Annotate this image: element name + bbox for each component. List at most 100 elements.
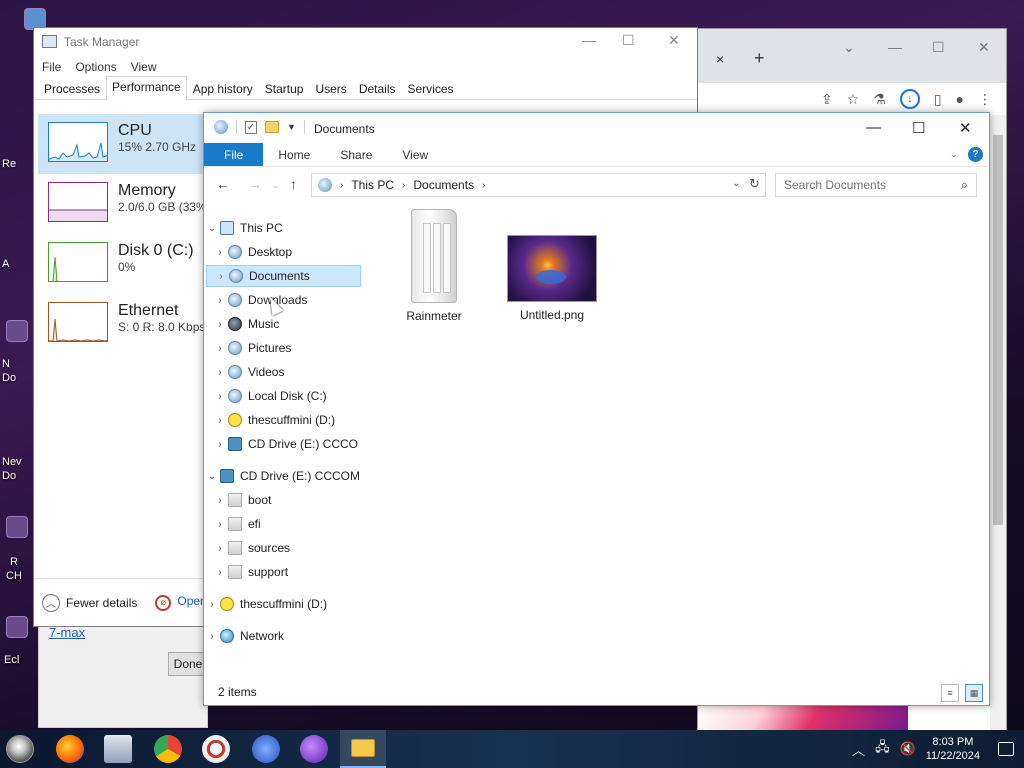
maximize-icon[interactable]: ☐ bbox=[932, 39, 945, 56]
minimize-icon[interactable]: — bbox=[866, 119, 881, 136]
ribbon-tab-view[interactable]: View bbox=[387, 143, 443, 166]
start-button[interactable] bbox=[6, 735, 34, 763]
collapsed-chevron-icon[interactable]: › bbox=[212, 343, 228, 354]
breadcrumb-chevron-icon[interactable]: › bbox=[482, 180, 485, 191]
expanded-chevron-icon[interactable]: ⌄ bbox=[204, 471, 220, 482]
up-arrow-icon[interactable]: ↑ bbox=[290, 176, 297, 192]
resource-memory[interactable]: Memory 2.0/6.0 GB (33%) bbox=[38, 174, 211, 234]
tab-services[interactable]: Services bbox=[402, 78, 460, 99]
tree-item-desktop[interactable]: › Desktop bbox=[212, 241, 364, 263]
tree-item-network[interactable]: › Network bbox=[204, 625, 362, 647]
collapsed-chevron-icon[interactable]: › bbox=[212, 415, 228, 426]
tree-item-cd-drive-root[interactable]: ⌄ CD Drive (E:) CCCOM bbox=[204, 465, 362, 487]
tree-item-this-pc[interactable]: ⌄ This PC bbox=[204, 217, 362, 239]
fewer-details-button[interactable]: ︿ Fewer details bbox=[42, 593, 137, 612]
back-arrow-icon[interactable]: ← bbox=[216, 176, 230, 192]
minimize-icon[interactable]: — bbox=[888, 39, 902, 55]
collapsed-chevron-icon[interactable]: › bbox=[212, 519, 228, 530]
star-icon[interactable]: ☆ bbox=[847, 91, 860, 108]
kebab-menu-icon[interactable]: ⋮ bbox=[978, 91, 992, 108]
close-icon[interactable]: ✕ bbox=[668, 32, 680, 49]
tree-item-videos[interactable]: › Videos bbox=[212, 361, 364, 383]
photo-viewer-icon[interactable] bbox=[104, 735, 132, 763]
tab-processes[interactable]: Processes bbox=[38, 78, 106, 99]
collapsed-chevron-icon[interactable]: › bbox=[212, 367, 228, 378]
chrome-icon[interactable] bbox=[154, 735, 182, 763]
download-icon[interactable]: ↓ bbox=[899, 89, 920, 109]
close-icon[interactable]: ✕ bbox=[959, 119, 972, 137]
tab-search-chevron-icon[interactable]: ⌄ bbox=[843, 39, 855, 56]
ribbon-tab-file[interactable]: File bbox=[204, 143, 264, 166]
volume-muted-icon[interactable]: 🔇 bbox=[900, 741, 916, 757]
this-pc-icon[interactable] bbox=[214, 120, 228, 134]
extension-icon[interactable]: ⚗ bbox=[873, 91, 886, 108]
tree-item-documents[interactable]: › Documents bbox=[206, 265, 361, 287]
new-tab-icon[interactable]: + bbox=[754, 48, 765, 69]
address-dropdown-chevron-icon[interactable]: ⌄ bbox=[732, 178, 740, 189]
open-resource-monitor-link[interactable]: ⌀ Open bbox=[155, 594, 207, 611]
tree-item-local-disk[interactable]: › Local Disk (C:) bbox=[212, 385, 364, 407]
collapsed-chevron-icon[interactable]: › bbox=[212, 319, 228, 330]
show-hidden-icons-chevron-icon[interactable]: ︿ bbox=[852, 740, 865, 759]
minimize-icon[interactable]: — bbox=[582, 32, 596, 48]
menu-file[interactable]: File bbox=[42, 60, 61, 74]
tab-close-icon[interactable]: × bbox=[716, 51, 724, 67]
tree-item-support[interactable]: › support bbox=[212, 561, 364, 583]
breadcrumb-chevron-icon[interactable]: › bbox=[340, 180, 343, 191]
maximize-icon[interactable]: ☐ bbox=[622, 32, 635, 49]
help-icon[interactable]: ? bbox=[968, 147, 983, 162]
menu-options[interactable]: Options bbox=[75, 60, 116, 74]
resource-cpu[interactable]: CPU 15% 2.70 GHz bbox=[38, 114, 208, 174]
tree-item-downloads[interactable]: › Downloads bbox=[212, 289, 364, 311]
search-input[interactable] bbox=[784, 178, 944, 192]
collapsed-chevron-icon[interactable]: › bbox=[212, 543, 228, 554]
dialog-link[interactable]: 7-max bbox=[49, 625, 85, 640]
tree-item-efi[interactable]: › efi bbox=[212, 513, 364, 535]
details-view-icon[interactable]: ≡ bbox=[941, 684, 959, 702]
desktop-app-icon[interactable] bbox=[6, 320, 28, 342]
collapsed-chevron-icon[interactable]: › bbox=[212, 295, 228, 306]
large-icons-view-icon[interactable]: ▦ bbox=[965, 684, 983, 702]
network-status-icon[interactable]: 🖧 bbox=[875, 738, 890, 760]
share-icon[interactable]: ⇪ bbox=[821, 91, 833, 108]
clock[interactable]: 8:03 PM 11/22/2024 bbox=[926, 735, 980, 763]
tab-details[interactable]: Details bbox=[353, 78, 402, 99]
file-item-untitled-png[interactable]: Untitled.png bbox=[502, 235, 602, 322]
tab-startup[interactable]: Startup bbox=[259, 78, 310, 99]
breadcrumb-documents[interactable]: Documents bbox=[413, 178, 474, 192]
desktop-app-icon[interactable] bbox=[6, 616, 28, 638]
tab-users[interactable]: Users bbox=[309, 78, 352, 99]
collapsed-chevron-icon[interactable]: › bbox=[204, 599, 220, 610]
properties-icon[interactable]: ✓ bbox=[245, 120, 257, 134]
ribbon-tab-share[interactable]: Share bbox=[325, 143, 387, 166]
tree-item-sources[interactable]: › sources bbox=[212, 537, 364, 559]
stop-app-icon[interactable] bbox=[202, 735, 230, 763]
done-button[interactable]: Done bbox=[168, 652, 208, 676]
new-folder-icon[interactable] bbox=[265, 121, 279, 133]
breadcrumb-chevron-icon[interactable]: › bbox=[402, 180, 405, 191]
ribbon-tab-home[interactable]: Home bbox=[263, 143, 325, 166]
maximize-icon[interactable]: ☐ bbox=[912, 119, 925, 137]
forward-arrow-icon[interactable]: → bbox=[248, 176, 262, 192]
breadcrumb-this-pc[interactable]: This PC bbox=[351, 178, 394, 192]
resource-ethernet[interactable]: Ethernet S: 0 R: 8.0 Kbps bbox=[38, 294, 208, 354]
expanded-chevron-icon[interactable]: ⌄ bbox=[204, 223, 220, 234]
desktop-app-icon[interactable] bbox=[6, 516, 28, 538]
tree-item-pictures[interactable]: › Pictures bbox=[212, 337, 364, 359]
tree-item-thescuffmini[interactable]: › thescuffmini (D:) bbox=[212, 409, 364, 431]
collapsed-chevron-icon[interactable]: › bbox=[212, 495, 228, 506]
collapsed-chevron-icon[interactable]: › bbox=[212, 567, 228, 578]
sidebar-icon[interactable]: ▯ bbox=[934, 91, 942, 108]
collapsed-chevron-icon[interactable]: › bbox=[212, 247, 228, 258]
bluetooth-app-icon[interactable] bbox=[252, 735, 280, 763]
tree-item-cd-drive[interactable]: › CD Drive (E:) CCCO bbox=[212, 433, 364, 455]
recent-locations-chevron-icon[interactable]: ⌄ bbox=[272, 180, 280, 191]
scrollbar-thumb[interactable] bbox=[993, 135, 1003, 525]
close-icon[interactable]: ✕ bbox=[978, 39, 990, 56]
tree-item-boot[interactable]: › boot bbox=[212, 489, 364, 511]
menu-view[interactable]: View bbox=[131, 60, 157, 74]
tree-item-thescuffmini-root[interactable]: › thescuffmini (D:) bbox=[204, 593, 362, 615]
expand-ribbon-chevron-icon[interactable]: ⌄ bbox=[950, 149, 958, 160]
refresh-icon[interactable]: ↻ bbox=[749, 176, 760, 192]
collapsed-chevron-icon[interactable]: › bbox=[212, 439, 228, 450]
